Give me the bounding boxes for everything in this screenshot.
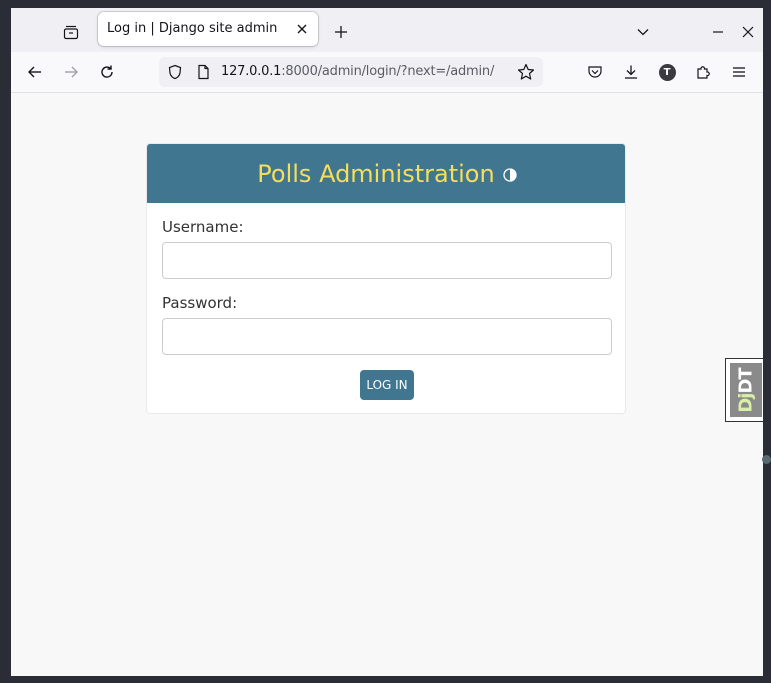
- password-label: Password:: [162, 294, 238, 312]
- hamburger-menu-icon: [733, 67, 745, 77]
- url-path: :8000/admin/login/?next=/admin/: [281, 64, 495, 79]
- extensions-button[interactable]: [691, 60, 715, 84]
- star-icon[interactable]: [517, 63, 535, 81]
- close-tab-icon[interactable]: [294, 21, 310, 37]
- navigation-bar: 127.0.0.1:8000/admin/login/?next=/admin/…: [11, 52, 763, 93]
- page-content: Polls Administration Username: Password:…: [11, 93, 763, 676]
- arrow-left-icon: [28, 66, 41, 78]
- site-name-link[interactable]: Polls Administration: [257, 160, 494, 188]
- login-header: Polls Administration: [147, 144, 625, 203]
- minimize-button[interactable]: [706, 20, 730, 44]
- chevron-down-icon: [637, 29, 649, 36]
- username-input[interactable]: [162, 242, 612, 279]
- account-icon: T: [658, 63, 676, 81]
- url-text[interactable]: 127.0.0.1:8000/admin/login/?next=/admin/: [221, 64, 494, 79]
- download-icon: [625, 65, 637, 79]
- url-host: 127.0.0.1: [221, 64, 282, 79]
- close-icon: [742, 26, 754, 38]
- tab-title: Log in | Django site admin: [107, 21, 278, 36]
- shield-icon[interactable]: [167, 64, 183, 80]
- reload-icon: [101, 65, 113, 78]
- scroll-indicator: [762, 455, 771, 464]
- djdt-label-dj: Dj: [735, 393, 757, 413]
- new-tab-button[interactable]: [329, 20, 353, 44]
- login-card: Polls Administration Username: Password:…: [146, 143, 626, 414]
- djdt-logo: DjDT: [730, 363, 762, 417]
- menu-button[interactable]: [727, 60, 751, 84]
- forward-button[interactable]: [59, 60, 83, 84]
- theme-toggle-icon[interactable]: [503, 167, 517, 182]
- reload-button[interactable]: [95, 60, 119, 84]
- pocket-icon: [588, 66, 602, 78]
- django-debug-toolbar-handle[interactable]: DjDT: [725, 358, 763, 422]
- tab-strip: Log in | Django site admin: [11, 8, 763, 52]
- list-all-tabs-button[interactable]: [631, 20, 655, 44]
- back-button[interactable]: [23, 60, 47, 84]
- puzzle-icon: [697, 66, 710, 79]
- minimize-icon: [713, 31, 723, 33]
- log-in-button[interactable]: LOG IN: [360, 370, 414, 400]
- djdt-label-dt: DT: [735, 367, 757, 394]
- page-icon: [195, 64, 211, 80]
- browser-window: Log in | Django site admin 127.0.0.1:800…: [11, 8, 763, 676]
- downloads-button[interactable]: [619, 60, 643, 84]
- pocket-button[interactable]: [583, 60, 607, 84]
- arrow-right-icon: [65, 66, 78, 78]
- plus-icon: [335, 26, 347, 38]
- password-input[interactable]: [162, 318, 612, 355]
- url-bar[interactable]: 127.0.0.1:8000/admin/login/?next=/admin/: [159, 57, 543, 87]
- site-name: Polls Administration: [147, 144, 625, 203]
- close-window-button[interactable]: [736, 20, 760, 44]
- tab-active[interactable]: Log in | Django site admin: [98, 12, 318, 46]
- tab-manager-icon[interactable]: [59, 20, 83, 44]
- account-button[interactable]: T: [655, 60, 679, 84]
- username-label: Username:: [162, 218, 244, 236]
- account-initial: T: [663, 66, 671, 78]
